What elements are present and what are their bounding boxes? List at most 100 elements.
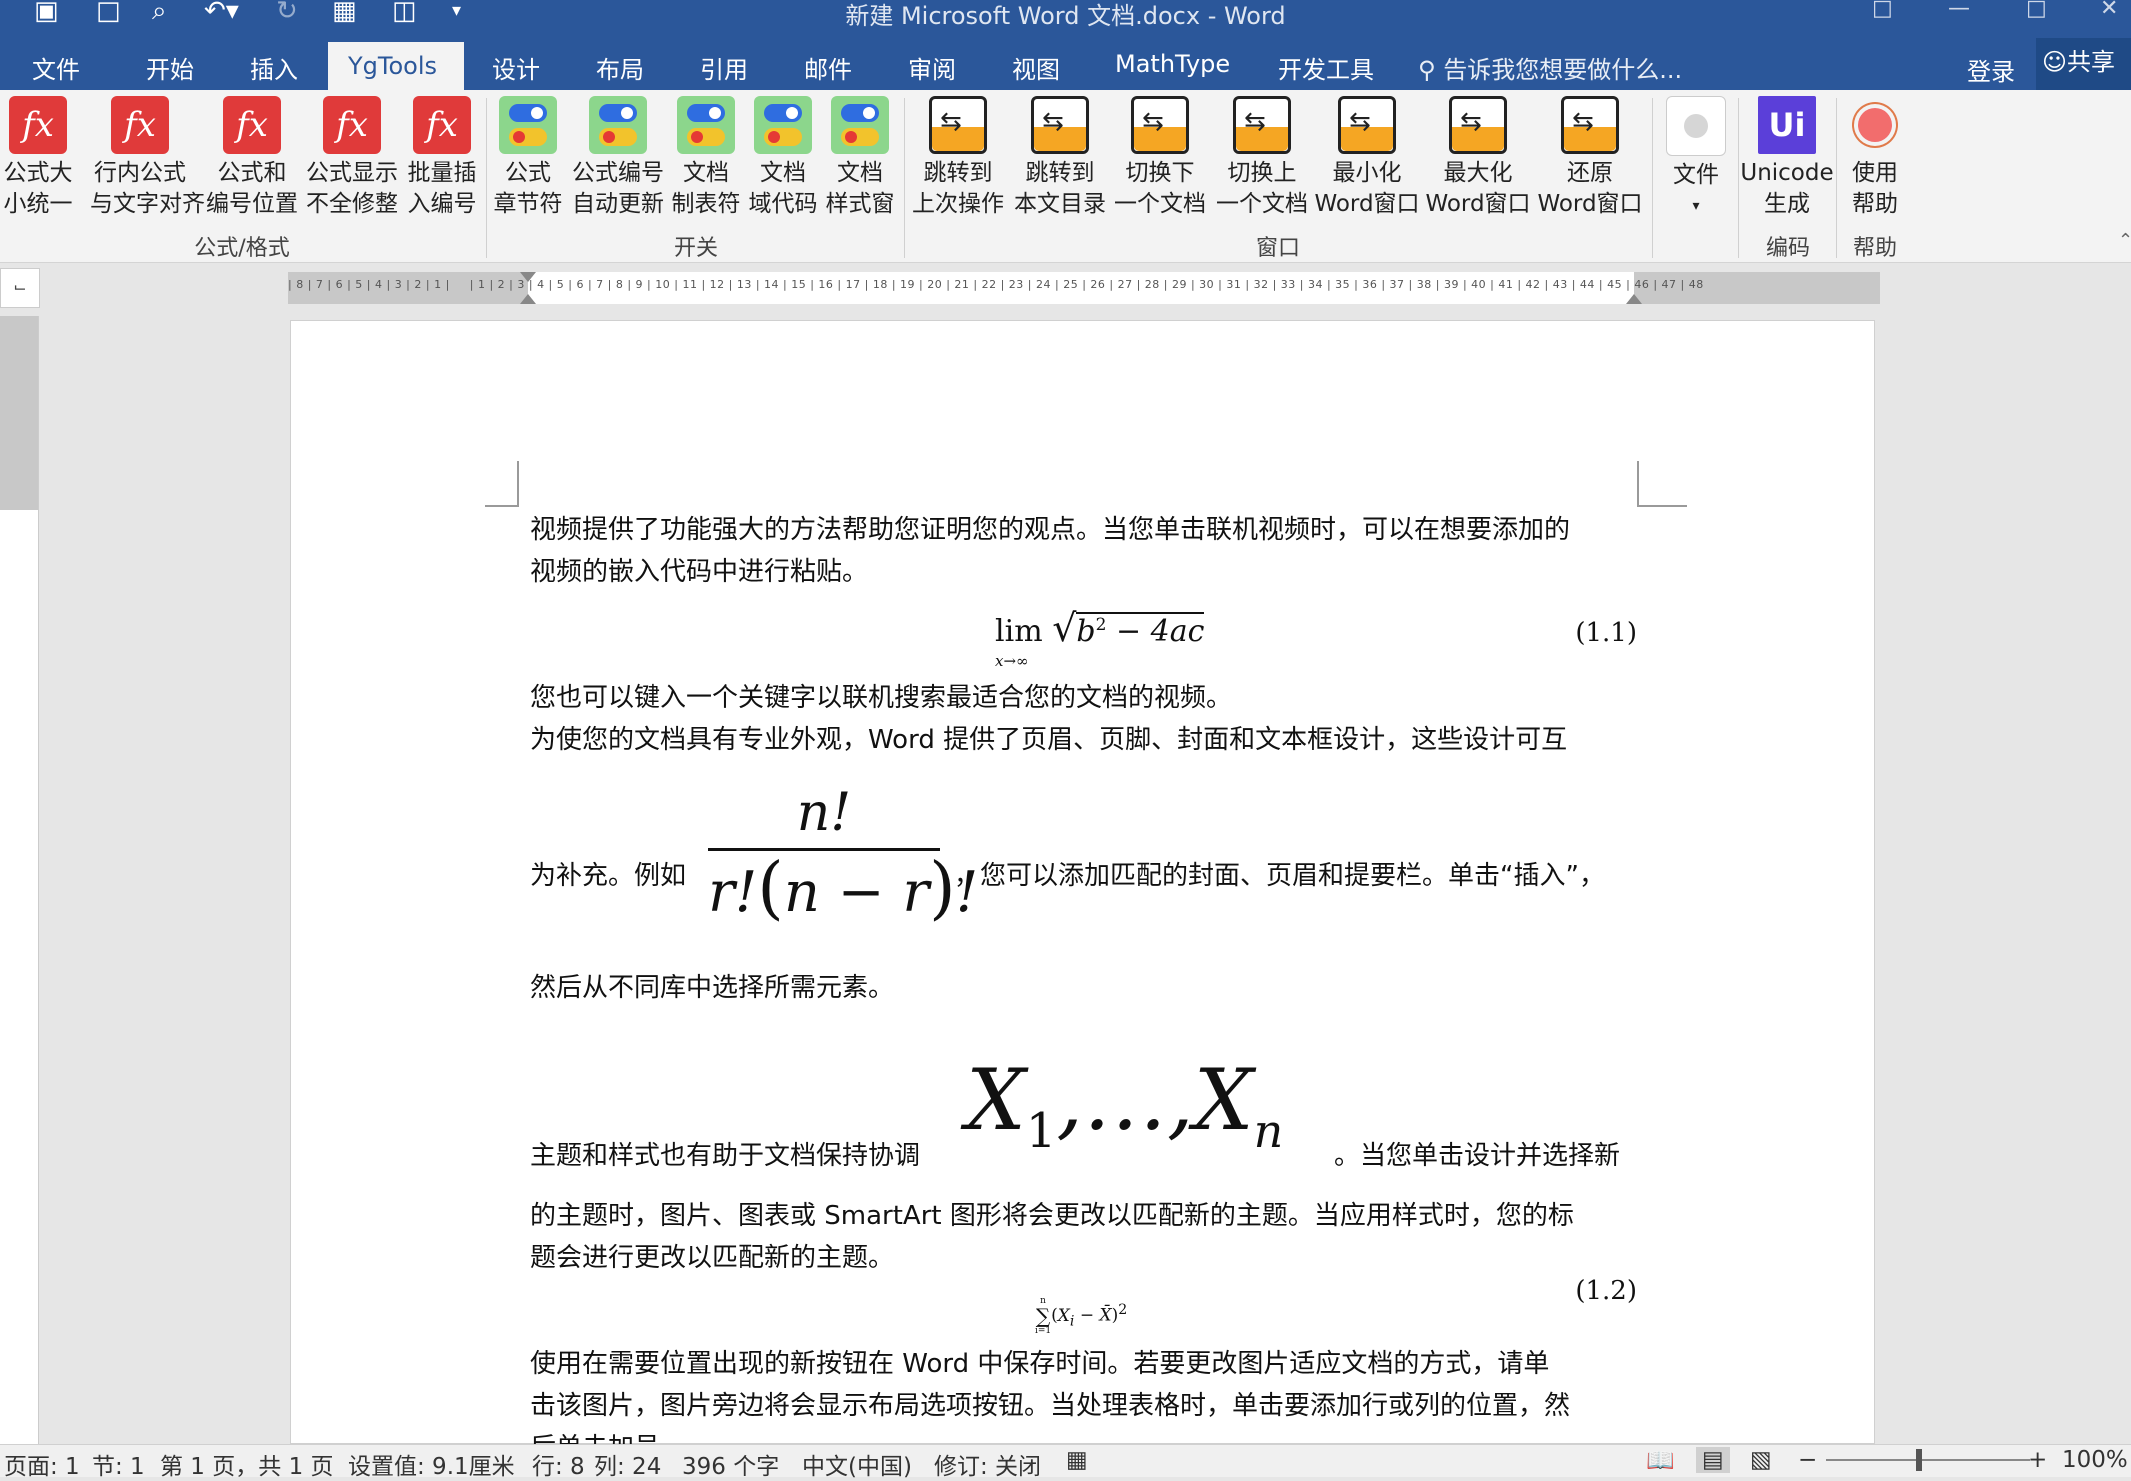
tab-ygtools[interactable]: YgTools — [328, 42, 464, 90]
share-button[interactable]: ☺共享 — [2036, 38, 2131, 90]
radio-circle-icon — [1666, 96, 1726, 156]
horizontal-ruler[interactable]: | 8 | 7 | 6 | 5 | 4 | 3 | 2 | 1 | | 1 | … — [288, 272, 1880, 304]
formula-size-unify-button[interactable]: fx 公式大 小统一 — [0, 96, 86, 220]
fx-icon: fx — [9, 96, 67, 154]
tab-developer[interactable]: 开发工具 — [1278, 50, 1374, 85]
tab-layout[interactable]: 布局 — [596, 50, 644, 85]
button-label: 公式和 — [217, 160, 287, 186]
zoom-level[interactable]: 100% — [2062, 1447, 2128, 1473]
paragraph: 使用在需要位置出现的新按钮在 Word 中保存时间。若要更改图片适应文档的方式，… — [530, 1349, 1550, 1379]
vertical-ruler[interactable] — [0, 316, 39, 1444]
tab-review[interactable]: 审阅 — [908, 50, 956, 85]
equation-sequence[interactable]: X1,…,Xn — [966, 1040, 1283, 1191]
indent-marker[interactable] — [520, 272, 536, 282]
zoom-slider[interactable] — [1826, 1459, 2030, 1461]
switch-window-icon: ⇆ — [1131, 96, 1189, 154]
formula-number-position-button[interactable]: fx 公式和编号位置 — [204, 96, 300, 220]
button-label: 与文字对齐 — [90, 191, 205, 217]
close-icon[interactable]: ✕ — [2100, 0, 2118, 21]
file-dropdown-button[interactable]: 文件 ▾ — [1656, 96, 1736, 222]
tab-view[interactable]: 视图 — [1012, 50, 1060, 85]
button-label: 行内公式 — [94, 160, 186, 186]
unicode-icon: Ui — [1758, 96, 1816, 154]
batch-insert-number-button[interactable]: fx 批量插 入编号 — [394, 96, 490, 220]
tab-mailings[interactable]: 邮件 — [804, 50, 852, 85]
button-label: 不全修整 — [306, 191, 398, 217]
equation-sum[interactable]: n ∑ i=1(Xi − X̄)2 — [1035, 1296, 1127, 1336]
tab-selector[interactable]: ⌙ — [0, 268, 40, 308]
switch-window-icon: ⇆ — [1561, 96, 1619, 154]
minimize-icon[interactable]: — — [1948, 0, 1970, 21]
indent-marker[interactable] — [520, 294, 536, 304]
next-document-button[interactable]: ⇆ 切换下 一个文档 — [1110, 96, 1210, 220]
toggle-icon — [589, 96, 647, 154]
equation-combination[interactable]: n! r!(n − r)! — [708, 778, 978, 931]
jump-toc-button[interactable]: ⇆ 跳转到 本文目录 — [1010, 96, 1110, 220]
tab-insert[interactable]: 插入 — [250, 50, 298, 85]
button-label: Word窗口 — [1537, 191, 1643, 217]
tab-mathtype[interactable]: MathType — [1115, 50, 1230, 78]
maximize-word-button[interactable]: ⇆ 最大化 Word窗口 — [1424, 96, 1532, 220]
tab-home[interactable]: 开始 — [146, 50, 194, 85]
fx-icon: fx — [111, 96, 169, 154]
print-layout-icon[interactable]: ▤ — [1696, 1447, 1730, 1473]
tab-file[interactable]: 文件 — [32, 50, 80, 85]
button-label: 跳转到 — [923, 160, 993, 186]
maximize-icon[interactable]: □ — [2026, 0, 2047, 21]
button-label: 上次操作 — [912, 191, 1004, 217]
paragraph-text: 为补充。例如 — [530, 861, 687, 891]
button-label: 样式窗 — [825, 191, 895, 217]
right-indent-marker[interactable] — [1626, 294, 1642, 304]
ribbon: fx 公式大 小统一 fx 行内公式 与文字对齐 fx 公式和 编号位置 fx 公式显示 不全修… — [0, 90, 2131, 263]
button-label: 公式编号 — [572, 160, 664, 186]
group-label-switch: 开关 — [673, 236, 718, 261]
button-label: 批量插 — [407, 160, 477, 186]
jump-last-edit-button[interactable]: ⇆ 跳转到上次操作 — [908, 96, 1008, 220]
button-label: 文档 — [837, 160, 883, 186]
formula-display-fix-button[interactable]: fx 公式显示不全修整 — [304, 96, 400, 220]
unicode-generate-button[interactable]: Ui Unicode 生成 — [1734, 96, 1840, 220]
crop-mark — [1637, 461, 1687, 507]
tab-references[interactable]: 引用 — [700, 50, 748, 85]
tab-design[interactable]: 设计 — [492, 50, 540, 85]
button-label: 帮助 — [1852, 191, 1898, 217]
button-label: 切换上 — [1227, 160, 1297, 186]
restore-word-button[interactable]: ⇆ 还原 Word窗口 — [1536, 96, 1644, 220]
switch-window-icon: ⇆ — [1233, 96, 1291, 154]
paragraph-text: ，您可以添加匹配的封面、页眉和提要栏。单击“插入”， — [954, 861, 1605, 891]
read-mode-icon[interactable]: 📖 — [1646, 1447, 1675, 1474]
fx-icon: fx — [223, 96, 281, 154]
button-label: 还原 — [1567, 160, 1613, 186]
button-label: 切换下 — [1125, 160, 1195, 186]
zoom-out-button[interactable]: − — [1798, 1447, 1817, 1473]
switch-window-icon: ⇆ — [1031, 96, 1089, 154]
tell-me-search[interactable]: ⚲ 告诉我您想要做什么... — [1418, 50, 1682, 85]
inline-formula-align-button[interactable]: fx 行内公式与文字对齐 — [90, 96, 205, 220]
formula-autoupdate-toggle[interactable]: 公式编号 自动更新 — [570, 96, 666, 220]
group-label-formula: 公式/格式 — [194, 236, 290, 261]
ruler-margin — [0, 316, 38, 510]
collapse-ribbon-icon[interactable]: ⌃ — [2118, 230, 2131, 251]
macro-record-icon[interactable]: ▦ — [1066, 1447, 1088, 1473]
button-label: 跳转到 — [1025, 160, 1095, 186]
tell-me-label: 告诉我您想要做什么... — [1443, 56, 1683, 84]
formula-chapter-toggle[interactable]: 公式 章节符 — [480, 96, 576, 220]
equation-limit[interactable]: lim x→∞ √b2 − 4ac — [995, 606, 1205, 670]
button-label: 编号位置 — [206, 191, 298, 217]
switch-window-icon: ⇆ — [929, 96, 987, 154]
help-button[interactable]: 使用 帮助 — [1832, 96, 1918, 220]
login-link[interactable]: 登录 — [1967, 52, 2015, 87]
person-icon: ☺ — [2042, 48, 2068, 76]
web-layout-icon[interactable]: ▧ — [1750, 1447, 1772, 1473]
paragraph: 的主题时，图片、图表或 SmartArt 图形将会更改以匹配新的主题。当应用样式… — [530, 1201, 1574, 1231]
minimize-word-button[interactable]: ⇆ 最小化 Word窗口 — [1313, 96, 1421, 220]
button-label: 公式显示 — [306, 160, 398, 186]
button-label: Unicode — [1740, 160, 1834, 186]
style-pane-toggle[interactable]: 文档 样式窗 — [812, 96, 908, 220]
prev-document-button[interactable]: ⇆ 切换上 一个文档 — [1212, 96, 1312, 220]
zoom-in-button[interactable]: + — [2028, 1447, 2047, 1473]
fx-icon: fx — [323, 96, 381, 154]
zoom-slider-thumb[interactable] — [1916, 1449, 1922, 1471]
ribbon-display-icon[interactable]: □ — [1872, 0, 1893, 21]
button-label: 公式大 — [3, 160, 73, 186]
